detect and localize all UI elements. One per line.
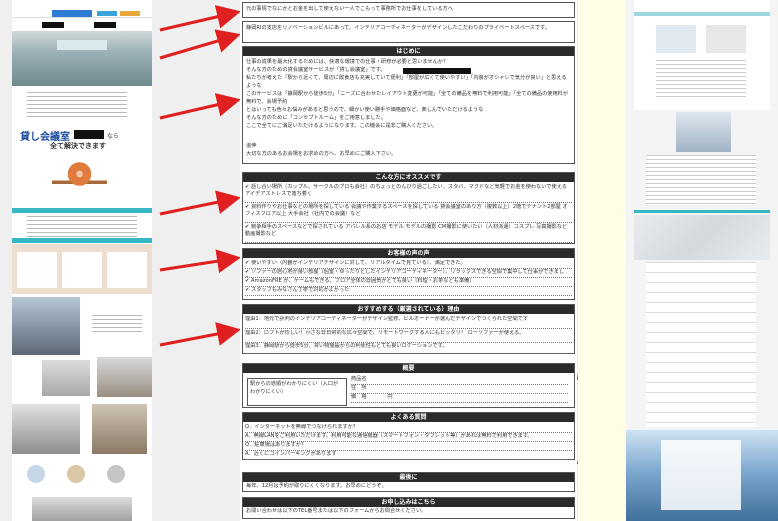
hajimeni-section: はじめに 仕事の成果を最大化するためには、快適な環境での仕事・研修が必要と思いま… <box>242 46 575 164</box>
preview-card <box>706 25 746 53</box>
recommend-item: ✔ 競争相手のスペースなどで探されている アパレル系のお店 モデル モデルの撮影… <box>245 224 572 243</box>
recommend-header: こんな方にオススメです <box>243 173 574 182</box>
feature-item: 理由1：地元で評判のインテリアコーディネーターがデザイン監修、ビルオーナーが選ん… <box>245 316 572 329</box>
preview-form-overlay <box>661 440 741 510</box>
last-section: 最後に 毎年、12月は予約が取りにくくなります。お早めにどうぞ。 <box>242 472 575 492</box>
intro-text: 元の事情でなにかとお金を出して使えない一人でこもって事務所でお仕事をしている方へ <box>246 6 453 12</box>
preview-card <box>656 25 696 53</box>
last-text: 毎年、12月は予約が取りにくくなります。お早めにどうぞ。 <box>246 483 387 489</box>
recommend-section: こんな方にオススメです ✔ 話し合い場所（カップル、サークルのプロも会社）のちょ… <box>242 172 575 244</box>
feature-item: 理由2：ロフトが珍しい！小さな非日常的な広々空間で、リモートワークする人にもピッ… <box>245 330 572 343</box>
intro-box-2: 静岡RIの支店をリノベーションビルにあって、インテリアコーディネーターがデザイン… <box>242 21 575 43</box>
recommend-item: ✔ 話し合い場所（カップル、サークルのプロも会社）のちょっとのんびり過ごしたい、… <box>245 184 572 203</box>
preview-form <box>646 262 756 427</box>
lp-structure-document: 元の事情でなにかとお金を出して使えない一人でこもって事務所でお仕事をしている方へ… <box>240 0 577 521</box>
features-header: おすすめする（厳選されている）理由 <box>243 305 574 314</box>
arrow <box>159 93 241 120</box>
arrow <box>159 5 241 32</box>
last-header: 最後に <box>243 473 574 482</box>
background-strip <box>578 0 626 521</box>
intro-text-2: 静岡RIの支店をリノベーションビルにあって、インテリアコーディネーターがデザイン… <box>246 25 550 31</box>
hajimeni-line: 仕事の成果を最大化するためには、快適な環境での仕事・研修が必要と思いませんか？ <box>246 59 449 65</box>
recommend-item: ✔ 資料作りやお仕事などの場所を探している 会議や作業するスペースを探している … <box>245 204 572 223</box>
faq-section: よくある質問 Q．インターネットを無線でつなげられますか？ A．無線LANをご利… <box>242 412 575 460</box>
intro-box: 元の事情でなにかとお金を出して使えない一人でこもって事務所でお仕事をしている方へ <box>242 2 575 18</box>
summary-row: 商品名 <box>351 376 568 385</box>
voice-item: ✔ スタッフもみなさん丁寧で対応がよかった <box>245 287 572 296</box>
arrow <box>159 29 241 60</box>
faq-item: Q．駐車場はありますか？ <box>245 442 572 451</box>
preview-photo <box>676 112 731 152</box>
voice-item: ✔ AmazonFRE が、ゲームもできる、フロア全体の雰囲気がとても良い（料理… <box>245 278 572 287</box>
redacted-block <box>403 68 471 74</box>
voice-item: ✔ 使いやすい（内観がインテリアデザインに対して、リアルタイムで見ている）、満足… <box>245 260 572 269</box>
features-section: おすすめする（厳選されている）理由 理由1：地元で評判のインテリアコーディネータ… <box>242 304 575 354</box>
hajimeni-line: とはいっても色々お悩みがあると思うので、細かい使い勝手や価格面など、楽しんでいた… <box>246 107 484 113</box>
summary-row: 住 所 <box>351 385 568 394</box>
summary-left-cell: 駅からの道順がわかりにくい（入口がわかりにくい） <box>247 378 347 406</box>
faq-item: A．近くにコインパーキングがあります <box>245 451 572 460</box>
hajimeni-line: そんな方のために「コンセプトルーム」をご用意しました。 <box>246 115 386 121</box>
preview-teal-strip <box>634 210 770 213</box>
preview-text-block <box>646 155 756 205</box>
right-page-preview <box>626 0 778 521</box>
voice-header: お客様の声の声 <box>243 249 574 258</box>
voice-section: お客様の声の声 ✔ 使いやすい（内観がインテリアデザインに対して、リアルタイムで… <box>242 248 575 300</box>
contact-section: お申し込みはこちら お問い合わせは以下のTEL番号または以下のフォームからお問合… <box>242 497 575 519</box>
summary-header: 概要 <box>243 364 574 373</box>
arrow <box>159 190 241 216</box>
hajimeni-header: はじめに <box>243 47 574 56</box>
contact-text: お問い合わせは以下のTEL番号または以下のフォームからお問合せください。 <box>246 508 427 514</box>
preview-teal-strip <box>634 12 770 16</box>
summary-row: 価 格 円 <box>351 394 568 403</box>
summary-left-text: 駅からの道順がわかりにくい（入口がわかりにくい） <box>250 381 339 395</box>
hajimeni-line: 追伸 <box>246 143 257 149</box>
preview-text-block <box>656 60 746 100</box>
arrow <box>159 249 241 274</box>
hajimeni-line: 私たちが考えた「駅から近くて、周辺に飲食店も充実していて便利」「部屋が広くて使い… <box>246 75 567 89</box>
summary-section: 概要 駅からの道順がわかりにくい（入口がわかりにくい） 商品名 住 所 価 格 … <box>242 363 575 408</box>
contact-header: お申し込みはこちら <box>243 498 574 507</box>
feature-item: 理由3：静岡駅から徒歩5分、買い物施設からの利便性もとても良いロケーションです。 <box>245 343 572 354</box>
voice-item: ✔ ソファーの居心地が良い部屋（個室・ゆったりとしたインテリアコーディネーター）… <box>245 269 572 278</box>
hajimeni-line: このサービスは「静岡駅から徒歩5分」「ニーズに合わせたレイアウト変更が可能」「全… <box>246 91 569 105</box>
faq-item: A．無線LANをご利用いただけます。利用可能な通信機器（スマートフォン・タブレッ… <box>245 433 572 442</box>
arrow <box>159 322 241 347</box>
faq-header: よくある質問 <box>243 413 574 422</box>
hajimeni-line: 大切な方のあるお会場をお求めの方へ、お早めにご購入下さい。 <box>246 151 397 157</box>
hajimeni-line: ここで全てにご満足いただけるようになります。この機会に是非ご購入ください。 <box>246 123 438 129</box>
preview-map <box>634 215 770 260</box>
faq-item: Q．インターネットを無線でつなげられますか？ <box>245 424 572 433</box>
